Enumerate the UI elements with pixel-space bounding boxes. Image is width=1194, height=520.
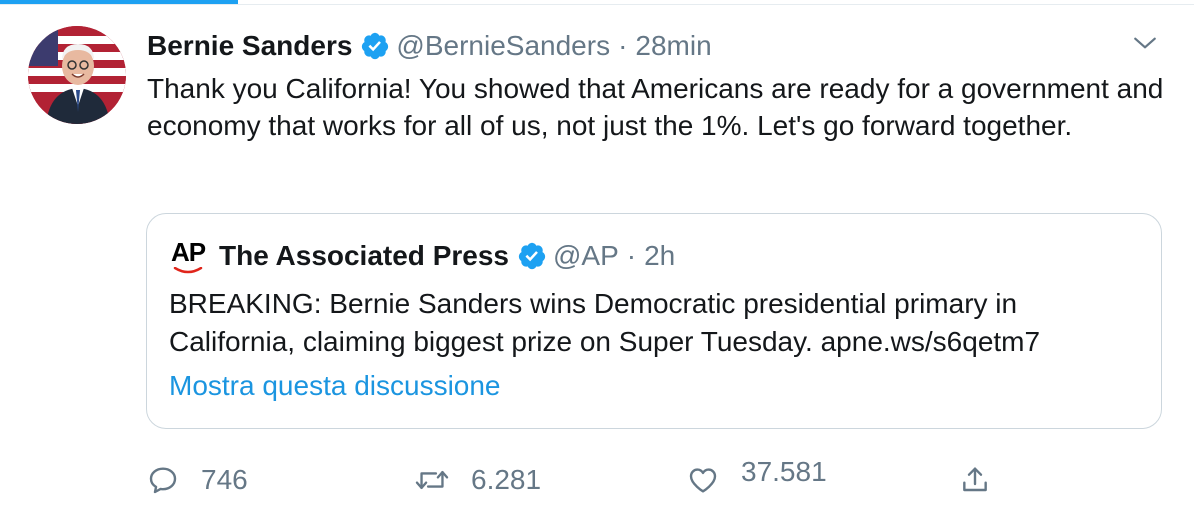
reply-icon <box>149 467 177 494</box>
avatar[interactable] <box>28 26 126 124</box>
retweet-button[interactable]: 6.281 <box>415 455 541 505</box>
author-handle[interactable]: @BernieSanders <box>396 30 610 62</box>
tweet-text: Thank you California! You showed that Am… <box>147 73 1172 141</box>
reply-count: 746 <box>201 464 248 495</box>
top-divider <box>0 4 1194 5</box>
quoted-tweet-header: AP The Associated Press @AP · 2h <box>169 236 675 276</box>
separator: · <box>626 240 637 271</box>
ap-logo: AP <box>169 237 209 274</box>
timestamp[interactable]: 28min <box>635 30 711 62</box>
share-button[interactable] <box>959 455 1013 505</box>
like-count: 37.581 <box>741 456 827 487</box>
quoted-tweet[interactable]: AP The Associated Press @AP · 2h BREAKIN… <box>146 213 1162 429</box>
retweet-count: 6.281 <box>471 464 542 495</box>
quoted-tweet-text: BREAKING: Bernie Sanders wins Democratic… <box>169 288 1041 357</box>
verified-icon <box>517 241 547 271</box>
retweet-icon <box>415 470 449 490</box>
author-name[interactable]: Bernie Sanders <box>147 30 352 62</box>
quoted-author-handle[interactable]: @AP <box>553 240 619 272</box>
tweet-header: Bernie Sanders @BernieSanders · 28min <box>147 26 712 66</box>
verified-icon <box>360 31 390 61</box>
tweet-actions: 746 6.281 37.581 <box>147 455 1147 505</box>
reply-button[interactable]: 746 <box>147 455 248 505</box>
show-thread-link[interactable]: Mostra questa discussione <box>169 370 501 402</box>
share-icon <box>963 467 987 492</box>
quoted-author-name[interactable]: The Associated Press <box>219 240 509 272</box>
quoted-timestamp[interactable]: 2h <box>644 240 675 272</box>
like-button[interactable]: 37.581 <box>687 455 827 505</box>
separator: · <box>618 30 628 61</box>
chevron-down-icon[interactable] <box>1132 30 1158 56</box>
like-icon <box>689 468 717 493</box>
